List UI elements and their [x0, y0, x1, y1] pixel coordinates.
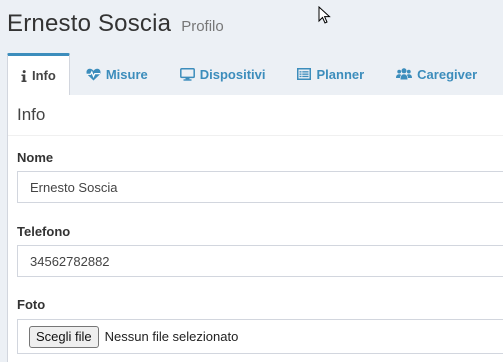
card-title: Info	[8, 95, 503, 136]
foto-file-input: Scegli file Nessun file selezionato	[17, 319, 503, 354]
tab-caregiver-label: Caregiver	[417, 66, 478, 82]
tab-planner[interactable]: Planner	[281, 53, 380, 95]
nome-label: Nome	[17, 150, 54, 165]
nome-input[interactable]	[17, 171, 503, 203]
tab-planner-label: Planner	[316, 66, 365, 82]
choose-file-button[interactable]: Scegli file	[29, 325, 99, 348]
heartbeat-icon	[86, 68, 101, 80]
telefono-label: Telefono	[17, 224, 71, 239]
profile-tabs: Info Misure Dispositivi Planner Caregive…	[0, 53, 503, 95]
tab-dispositivi[interactable]: Dispositivi	[164, 53, 282, 95]
info-icon	[21, 69, 27, 82]
mouse-cursor-icon	[318, 6, 331, 24]
page-subtitle: Profilo	[181, 18, 224, 35]
tab-info-label: Info	[32, 68, 56, 83]
tab-info[interactable]: Info	[7, 53, 70, 95]
page-header: Ernesto Soscia Profilo	[7, 10, 224, 38]
tab-misure[interactable]: Misure	[70, 53, 164, 95]
file-status-text: Nessun file selezionato	[104, 329, 239, 344]
tab-dispositivi-label: Dispositivi	[199, 66, 266, 82]
page-title: Ernesto Soscia	[7, 10, 172, 37]
tab-misure-label: Misure	[105, 66, 148, 82]
desktop-icon	[179, 67, 195, 81]
foto-label: Foto	[17, 297, 46, 312]
telefono-input[interactable]	[17, 245, 503, 277]
list-icon	[297, 68, 312, 80]
users-icon	[396, 68, 413, 80]
info-card: Info Nome Telefono Foto Scegli file Ness…	[7, 95, 503, 362]
tab-caregiver[interactable]: Caregiver	[380, 53, 493, 95]
